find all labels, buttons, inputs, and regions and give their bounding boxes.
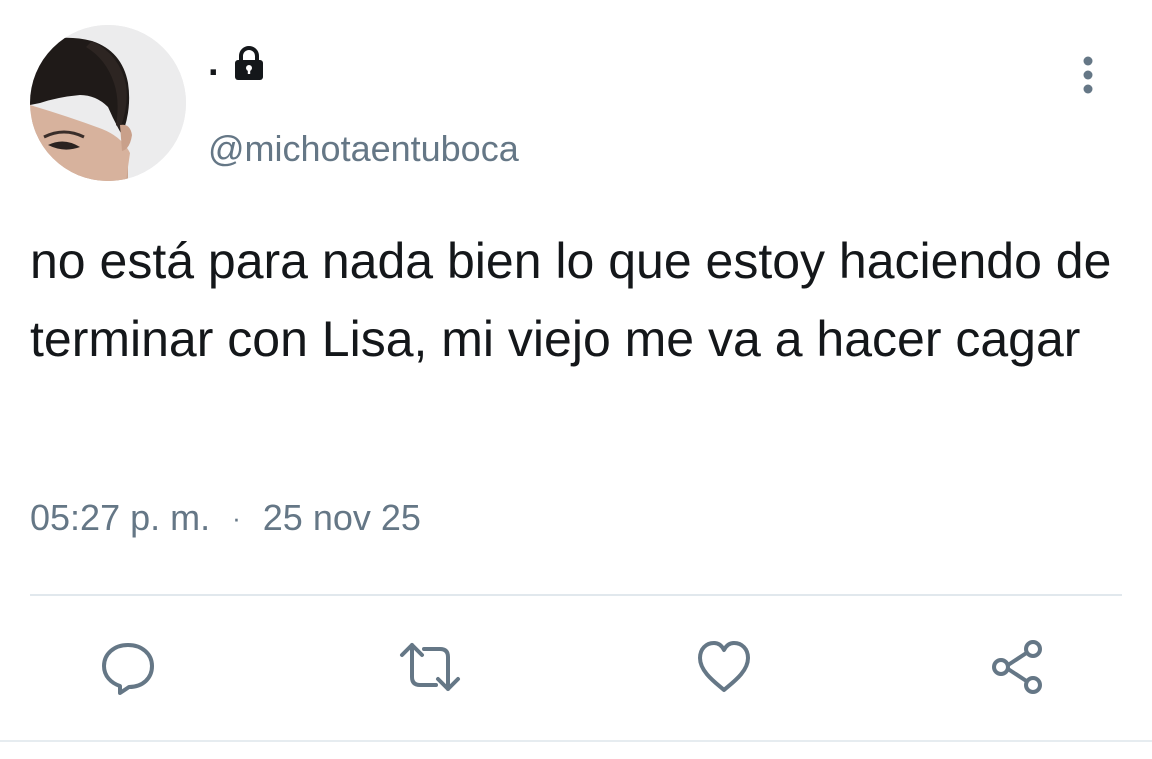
share-button[interactable] [986,635,1050,699]
reply-icon [102,643,154,695]
like-button[interactable] [692,635,756,699]
user-handle[interactable]: @michotaentuboca [208,128,519,170]
heart-icon [698,641,750,692]
bottom-divider [0,740,1152,742]
tweet-time: 05:27 p. m. [30,497,211,538]
retweet-button[interactable] [398,635,462,699]
share-icon [992,640,1042,694]
lock-icon [229,43,269,83]
more-options-button[interactable] [1068,55,1108,95]
action-bar [0,635,1152,699]
tweet-text: no está para nada bien lo que estoy haci… [30,233,1112,367]
avatar[interactable] [30,25,186,181]
tweet-timestamp[interactable]: 05:27 p. m. · 25 nov 25 [30,497,421,539]
display-name-row: . [208,38,269,88]
tweet-date: 25 nov 25 [262,497,421,538]
tweet-card: . @michotaentuboca no está para nada bie… [0,0,1152,759]
more-vertical-icon [1083,56,1093,94]
display-name[interactable]: . [208,42,219,85]
avatar-photo [30,25,186,181]
separator-dot: · [232,502,241,533]
divider [30,594,1122,596]
retweet-icon [400,643,460,691]
reply-button[interactable] [96,635,160,699]
